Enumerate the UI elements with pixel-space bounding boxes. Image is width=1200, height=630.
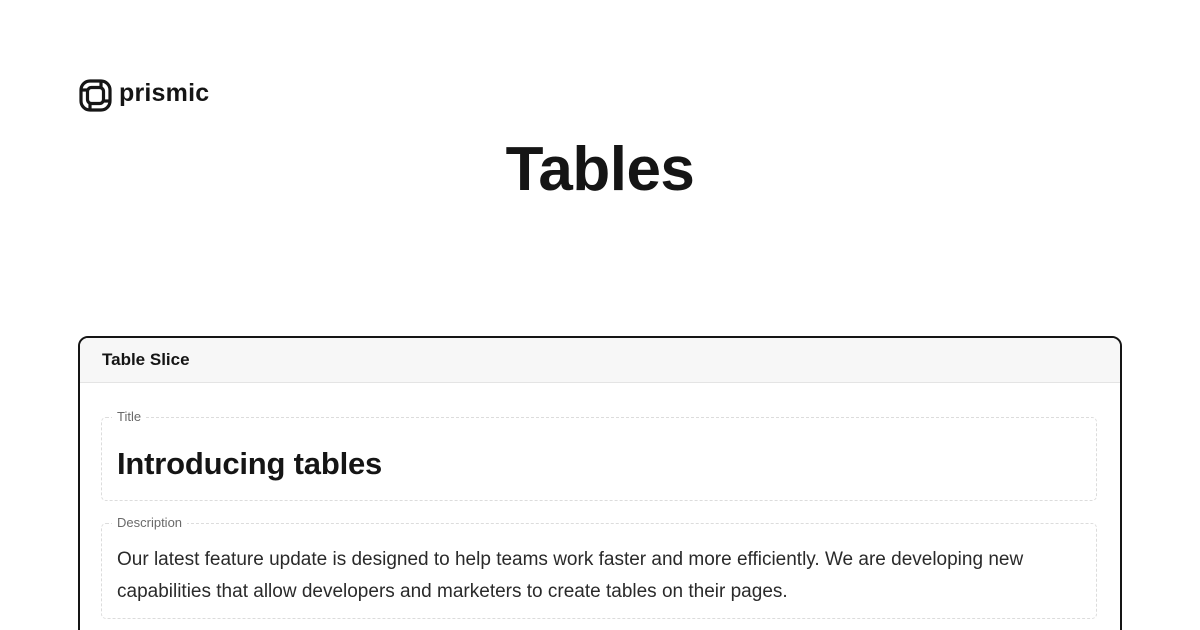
description-field-value[interactable]: Our latest feature update is designed to… <box>117 544 1081 608</box>
title-field[interactable]: Title Introducing tables <box>101 409 1097 501</box>
description-field[interactable]: Description Our latest feature update is… <box>101 515 1097 619</box>
slice-header: Table Slice <box>80 338 1120 383</box>
title-field-value[interactable]: Introducing tables <box>117 444 382 484</box>
prismic-logo-icon <box>79 79 112 112</box>
table-slice-card: Table Slice Title Introducing tables Des… <box>78 336 1122 630</box>
title-field-label: Title <box>112 409 147 425</box>
brand-logo[interactable]: prismic <box>79 79 209 112</box>
page: prismic Tables Table Slice Title Introdu… <box>0 0 1200 630</box>
page-title: Tables <box>505 135 695 204</box>
brand-name: prismic <box>119 79 210 107</box>
description-field-label: Description <box>112 515 188 531</box>
